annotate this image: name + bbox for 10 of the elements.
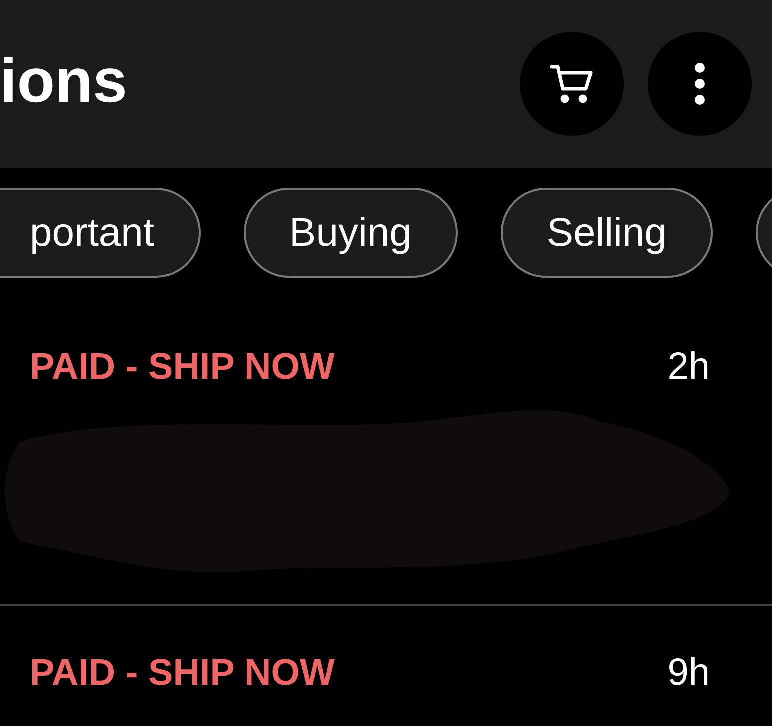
filter-chip[interactable]: portant — [0, 188, 201, 278]
message-time: 2h — [668, 346, 710, 388]
more-icon — [694, 62, 706, 106]
order-status: PAID - SHIP NOW — [30, 346, 335, 388]
filter-chip[interactable]: Selling — [500, 188, 713, 278]
filter-chip[interactable]: Buying — [244, 188, 458, 278]
cart-icon — [550, 64, 594, 104]
message-time: 9h — [668, 652, 710, 694]
order-status: PAID - SHIP NOW — [30, 652, 335, 694]
page-title: ions — [0, 46, 128, 116]
